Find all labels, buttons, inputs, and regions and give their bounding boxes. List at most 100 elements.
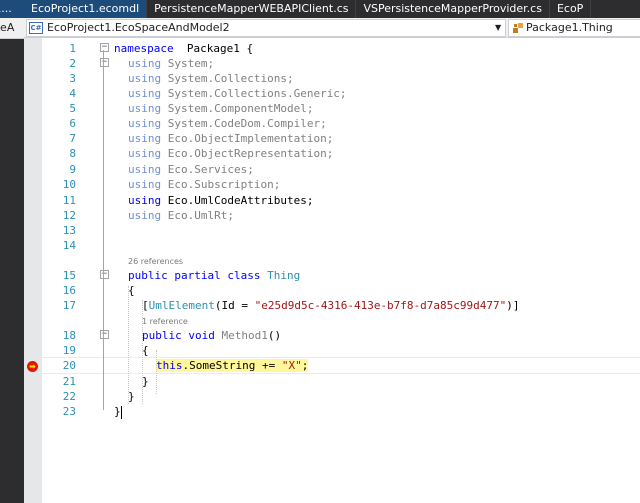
line-number: 3 bbox=[69, 72, 76, 85]
code-line[interactable]: 5 using System.ComponentModel; bbox=[42, 101, 640, 116]
line-code: this.SomeString += "X"; bbox=[156, 358, 309, 373]
line-code: using Eco.ObjectRepresentation; bbox=[128, 146, 333, 161]
code-line[interactable]: 6 using System.CodeDom.Compiler; bbox=[42, 116, 640, 131]
code-token: Eco.Subscription; bbox=[161, 178, 281, 191]
left-panel-strip: t1... ceA bbox=[0, 0, 24, 503]
code-editor[interactable]: 1− namespace Package1 {2− using System; 3 us… bbox=[24, 38, 640, 503]
line-number: 17 bbox=[62, 299, 76, 312]
line-code: public void Method1() bbox=[142, 328, 281, 343]
line-code: using System.Collections; bbox=[128, 71, 294, 86]
line-number: 11 bbox=[62, 194, 76, 207]
csharp-project-icon: C# bbox=[29, 22, 43, 34]
code-token: using bbox=[128, 194, 162, 207]
line-code: [UmlElement(Id = "e25d9d5c-4316-413e-b7f… bbox=[142, 298, 520, 313]
document-tab-strip: EcoProject1.ecomdl PersistenceMapperWEBA… bbox=[24, 0, 640, 18]
code-line[interactable]: 17 [UmlElement(Id = "e25d9d5c-4316-413e-b… bbox=[42, 298, 640, 313]
line-code: namespace Package1 { bbox=[114, 41, 253, 56]
codelens-references-class[interactable]: 26 references bbox=[128, 256, 183, 267]
class-icon bbox=[513, 23, 523, 33]
line-code: using Eco.Services; bbox=[128, 162, 254, 177]
collapse-toggle-icon[interactable]: − bbox=[100, 43, 109, 52]
collapse-toggle-icon[interactable]: − bbox=[100, 58, 109, 67]
tab-vspersistencemapperprovider[interactable]: VSPersistenceMapperProvider.cs bbox=[356, 0, 550, 18]
code-line[interactable]: 10 using Eco.Subscription; bbox=[42, 177, 640, 192]
code-token: System; bbox=[161, 57, 215, 70]
code-token: "e25d9d5c-4316-413e-b7f8-d7a85c99d477" bbox=[254, 299, 507, 312]
collapse-toggle-icon[interactable]: − bbox=[100, 330, 109, 339]
tab-ecop[interactable]: EcoP bbox=[549, 0, 592, 18]
line-number: 14 bbox=[62, 239, 76, 252]
line-number: 13 bbox=[62, 224, 76, 237]
code-line[interactable]: 18 − public void Method1() bbox=[42, 328, 640, 343]
line-number: 23 bbox=[62, 405, 76, 418]
line-number: 2 bbox=[69, 57, 76, 70]
code-token: .SomeString += bbox=[182, 359, 282, 372]
tab-ecoproject1-ecomdl[interactable]: EcoProject1.ecomdl bbox=[24, 0, 148, 18]
code-line[interactable]: 19{ bbox=[42, 343, 640, 358]
code-token: System.Collections.Generic; bbox=[161, 87, 347, 100]
code-line[interactable]: 9 using Eco.Services; bbox=[42, 162, 640, 177]
code-token: UmlElement bbox=[148, 299, 215, 312]
line-number: 20 bbox=[62, 359, 76, 372]
line-number: 18 bbox=[62, 329, 76, 342]
line-number: 10 bbox=[62, 178, 76, 191]
code-line[interactable]: 16{ bbox=[42, 283, 640, 298]
code-token: Eco.Services; bbox=[161, 163, 254, 176]
code-token: using bbox=[128, 87, 162, 100]
code-line[interactable]: 7 using Eco.ObjectImplementation; bbox=[42, 131, 640, 146]
code-token: using bbox=[128, 102, 162, 115]
code-line[interactable]: 11 using Eco.UmlCodeAttributes; bbox=[42, 193, 640, 208]
code-line[interactable]: 15 − public partial class Thing bbox=[42, 268, 640, 283]
code-token: "X" bbox=[281, 359, 302, 372]
left-panel-tab[interactable]: t1... bbox=[0, 0, 24, 18]
code-line[interactable]: 1 − namespace Package1 { bbox=[42, 41, 640, 56]
code-line[interactable]: 4 using System.Collections.Generic; bbox=[42, 86, 640, 101]
line-code: using System; bbox=[128, 56, 214, 71]
code-token: ; bbox=[301, 359, 309, 372]
code-line[interactable]: 13 bbox=[42, 223, 640, 238]
indent-guide bbox=[128, 286, 129, 404]
breakpoint-current-statement-icon[interactable]: ➡ bbox=[27, 361, 38, 372]
outlining-line bbox=[103, 283, 104, 403]
code-line[interactable]: 8 using Eco.ObjectRepresentation; bbox=[42, 146, 640, 161]
code-line[interactable]: 12 using Eco.UmlRt; bbox=[42, 208, 640, 223]
line-number: 4 bbox=[69, 87, 76, 100]
code-token: Eco.ObjectImplementation; bbox=[161, 132, 334, 145]
code-line[interactable]: 3 using System.Collections; bbox=[42, 71, 640, 86]
code-line[interactable]: 23} bbox=[42, 404, 640, 419]
line-number: 8 bbox=[69, 147, 76, 160]
code-line[interactable]: 22} bbox=[42, 389, 640, 404]
glyph-margin[interactable] bbox=[24, 38, 42, 503]
type-dropdown[interactable]: Package1.Thing bbox=[508, 19, 640, 37]
code-token: using bbox=[128, 57, 162, 70]
line-number: 21 bbox=[62, 375, 76, 388]
line-code: using System.Collections.Generic; bbox=[128, 86, 347, 101]
code-token: Method1 bbox=[221, 329, 268, 342]
line-code: using System.ComponentModel; bbox=[128, 101, 313, 116]
code-token: Eco.UmlCodeAttributes; bbox=[161, 194, 314, 207]
code-line[interactable]: 20 this.SomeString += "X"; bbox=[42, 357, 640, 374]
code-token: using bbox=[128, 147, 162, 160]
code-token: using bbox=[128, 72, 162, 85]
code-token: namespace bbox=[114, 42, 174, 55]
text-caret bbox=[120, 405, 122, 419]
tab-persistencemapperwebapiclient[interactable]: PersistenceMapperWEBAPIClient.cs bbox=[147, 0, 357, 18]
line-number: 1 bbox=[69, 42, 76, 55]
line-number: 9 bbox=[69, 163, 76, 176]
line-number: 16 bbox=[62, 284, 76, 297]
code-token: using bbox=[128, 163, 162, 176]
type-dropdown-value: Package1.Thing bbox=[526, 21, 613, 34]
line-code: using Eco.UmlCodeAttributes; bbox=[128, 193, 313, 208]
code-token: Eco.ObjectRepresentation; bbox=[161, 147, 334, 160]
code-line[interactable]: 2 − using System; bbox=[42, 56, 640, 71]
code-token: public void bbox=[142, 329, 215, 342]
code-line[interactable]: 21} bbox=[42, 374, 640, 389]
project-dropdown[interactable]: C# EcoProject1.EcoSpaceAndModel2 ▼ bbox=[26, 19, 506, 37]
line-number: 15 bbox=[62, 269, 76, 282]
collapse-toggle-icon[interactable]: − bbox=[100, 270, 109, 279]
code-line[interactable]: 14 bbox=[42, 238, 640, 253]
indent-guide bbox=[142, 300, 143, 404]
line-number: 6 bbox=[69, 117, 76, 130]
code-token: using bbox=[128, 178, 162, 191]
codelens-references-method[interactable]: 1 reference bbox=[142, 316, 188, 327]
